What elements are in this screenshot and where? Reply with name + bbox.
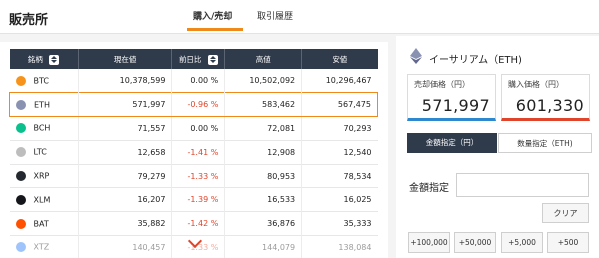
column-header-change[interactable]: 前日比 [171, 49, 225, 69]
trade-panel: イーサリアム（ETH) 売却価格（円） 571,997 購入価格（円） 601,… [396, 36, 599, 258]
column-header-symbol[interactable]: 銘柄 [10, 49, 79, 69]
tab-history[interactable]: 取引履歴 [257, 9, 293, 22]
change-cell: 0.00 % [171, 116, 225, 141]
symbol-label: XLM [33, 195, 51, 205]
high-cell: 144,079 [224, 235, 302, 258]
column-header-price[interactable]: 現在値 [77, 49, 172, 69]
symbol-label: BCH [33, 123, 51, 133]
symbol-label: BAT [33, 219, 49, 229]
page-title: 販売所 [9, 13, 49, 28]
quantity-mode-button[interactable]: 数量指定（ETH) [498, 133, 592, 153]
change-cell: 0.00 % [171, 69, 225, 93]
sell-price-box: 売却価格（円） 571,997 [407, 74, 496, 121]
eth-icon [16, 99, 26, 110]
ethereum-icon [410, 48, 422, 64]
price-cell: 71,557 [77, 116, 172, 141]
table-row[interactable]: XLM 16,207 -1.39 % 16,533 16,025 [9, 187, 378, 212]
tab-buy-sell[interactable]: 購入/売却 [193, 9, 232, 22]
column-header-low[interactable]: 安値 [301, 49, 378, 69]
symbol-label: LTC [33, 147, 47, 157]
high-cell: 583,462 [224, 92, 302, 118]
table-row-selected[interactable]: ETH 571,997 -0.96 % 583,462 567,475 [9, 92, 378, 118]
low-cell: 10,296,467 [301, 69, 378, 93]
amount-mode-button[interactable]: 金額指定（円） [407, 133, 497, 153]
active-tab-indicator [187, 28, 243, 31]
low-cell: 138,084 [301, 235, 378, 258]
symbol-label: BTC [33, 76, 50, 86]
bch-icon [15, 123, 26, 134]
table-row[interactable]: BTC 10,378,599 0.00 % 10,502,092 10,296,… [9, 69, 378, 93]
low-cell: 12,540 [301, 140, 378, 165]
high-cell: 72,081 [224, 116, 302, 141]
price-cell: 79,279 [77, 164, 172, 188]
xrp-icon [15, 171, 26, 182]
symbol-cell: ETH [9, 92, 79, 118]
change-cell: -1.33 % [171, 164, 225, 188]
sell-price-value: 571,997 [421, 96, 490, 115]
change-cell: -0.96 % [171, 92, 225, 118]
low-cell: 567,475 [301, 92, 378, 118]
buy-price-box: 購入価格（円） 601,330 [501, 74, 590, 121]
low-cell: 35,333 [301, 211, 378, 236]
change-cell: -1.42 % [171, 211, 225, 236]
add-50000-button[interactable]: +50,000 [454, 232, 496, 253]
column-header-label: 銘柄 [27, 54, 43, 64]
low-cell: 70,293 [301, 116, 378, 141]
price-cell: 12,658 [77, 140, 172, 165]
low-cell: 78,534 [301, 164, 378, 188]
high-cell: 36,876 [224, 211, 302, 236]
market-table: 銘柄 現在値 前日比 高値 安値 BTC 10,378,599 0.00 % 1… [9, 49, 378, 258]
clear-button[interactable]: クリア [542, 203, 589, 223]
symbol-label: ETH [34, 100, 50, 110]
ltc-icon [15, 147, 26, 158]
symbol-cell: XRP [10, 164, 79, 188]
change-cell: -1.41 % [171, 140, 225, 165]
high-cell: 80,953 [224, 164, 302, 188]
sell-price-label: 売却価格（円） [414, 80, 470, 89]
low-cell: 16,025 [301, 187, 378, 212]
table-header-row: 銘柄 現在値 前日比 高値 安値 [9, 49, 378, 69]
column-header-label: 前日比 [178, 54, 202, 64]
add-500-button[interactable]: +500 [547, 232, 589, 253]
high-cell: 12,908 [224, 140, 302, 165]
high-cell: 16,533 [224, 187, 302, 212]
price-cell: 140,457 [77, 235, 172, 258]
add-100000-button[interactable]: +100,000 [408, 232, 450, 253]
symbol-cell: BAT [10, 212, 79, 236]
symbol-cell: BTC [10, 69, 79, 93]
buy-price-label: 購入価格（円） [508, 80, 564, 89]
bat-icon [15, 218, 26, 229]
sort-icon[interactable] [207, 54, 218, 65]
price-cell: 571,997 [77, 92, 172, 118]
symbol-label: XTZ [33, 242, 50, 252]
xlm-icon [15, 194, 26, 205]
high-cell: 10,502,092 [224, 69, 302, 93]
table-row[interactable]: LTC 12,658 -1.41 % 12,908 12,540 [9, 140, 378, 165]
price-cell: 16,207 [77, 187, 172, 212]
xtz-icon [15, 242, 26, 253]
symbol-cell: XLM [10, 188, 79, 212]
add-5000-button[interactable]: +5,000 [501, 232, 543, 253]
symbol-cell: LTC [10, 140, 79, 164]
symbol-cell: XTZ [10, 236, 79, 258]
amount-input[interactable] [456, 173, 589, 197]
buy-price-value: 601,330 [515, 96, 584, 115]
trade-title: イーサリアム（ETH) [429, 55, 522, 66]
symbol-cell: BCH [10, 117, 79, 141]
column-header-high[interactable]: 高値 [224, 49, 302, 69]
price-cell: 35,882 [77, 211, 172, 236]
market-table-panel: 銘柄 現在値 前日比 高値 安値 BTC 10,378,599 0.00 % 1… [0, 42, 388, 258]
sort-icon[interactable] [49, 54, 60, 65]
table-row[interactable]: BAT 35,882 -1.42 % 36,876 35,333 [9, 211, 378, 236]
change-cell: -1.39 % [171, 187, 225, 212]
amount-label: 金額指定 [409, 183, 449, 194]
table-row[interactable]: XRP 79,279 -1.33 % 80,953 78,534 [9, 164, 378, 188]
page-header: 販売所 購入/売却 取引履歴 [0, 0, 599, 34]
price-cell: 10,378,599 [77, 69, 172, 93]
symbol-label: XRP [33, 171, 50, 181]
page: 販売所 購入/売却 取引履歴 銘柄 現在値 前日比 高値 安値 BTC 10,3… [0, 0, 599, 258]
btc-icon [15, 75, 26, 86]
table-row[interactable]: BCH 71,557 0.00 % 72,081 70,293 [9, 116, 378, 141]
